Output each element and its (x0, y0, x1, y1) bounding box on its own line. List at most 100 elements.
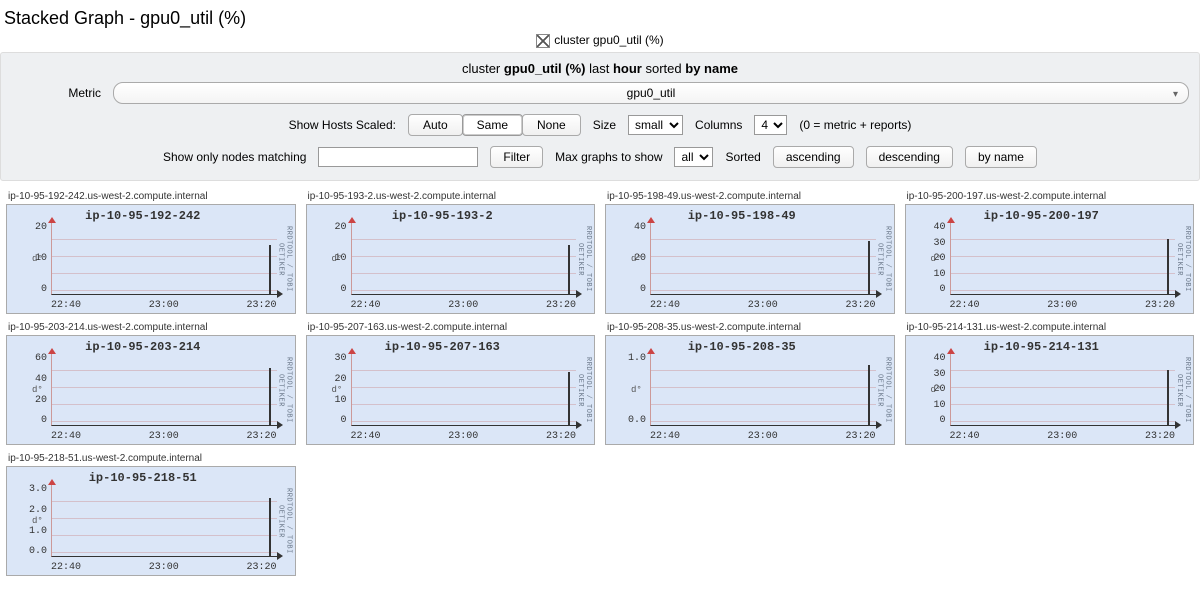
sort-descending-button[interactable]: descending (866, 146, 953, 168)
chart-box[interactable]: ip-10-95-198-4940200d°22:4023:0023:20RRD… (605, 204, 895, 314)
hostname-caption[interactable]: ip-10-95-198-49.us-west-2.compute.intern… (605, 189, 895, 204)
y-axis: 403020100 (912, 223, 948, 295)
data-spike (1167, 239, 1169, 294)
y-unit-label: d° (32, 385, 43, 395)
chart-box[interactable]: ip-10-95-192-24220100d°22:4023:0023:20RR… (6, 204, 296, 314)
rrdtool-credit: RRDTOOL / TOBI OETIKER (880, 342, 892, 438)
broken-image-icon (536, 33, 554, 48)
x-axis: 22:4023:0023:20 (351, 431, 577, 442)
chart-cell: ip-10-95-208-35.us-west-2.compute.intern… (605, 320, 895, 445)
plot-area: d° (650, 354, 876, 426)
data-spike (868, 365, 870, 425)
metric-label: Metric (11, 86, 101, 100)
summary-mid1: last (589, 61, 609, 76)
scale-same-button[interactable]: Same (462, 114, 523, 136)
y-axis: 40200 (612, 223, 648, 295)
summary-mid2: sorted (646, 61, 682, 76)
summary-metric: gpu0_util (%) (504, 61, 586, 76)
sorted-label: Sorted (725, 150, 760, 164)
columns-label: Columns (695, 118, 742, 132)
header-image-alt: cluster gpu0_util (%) (554, 33, 663, 47)
rrdtool-credit: RRDTOOL / TOBI OETIKER (580, 342, 592, 438)
rrdtool-credit: RRDTOOL / TOBI OETIKER (281, 473, 293, 569)
summary-sort: by name (685, 61, 738, 76)
summary-prefix: cluster (462, 61, 500, 76)
controls-panel: cluster gpu0_util (%) last hour sorted b… (0, 52, 1200, 181)
x-axis: 22:4023:0023:20 (51, 562, 277, 573)
sort-ascending-button[interactable]: ascending (773, 146, 854, 168)
scale-none-button[interactable]: None (522, 114, 581, 136)
y-unit-label: d° (32, 254, 43, 264)
chart-box[interactable]: ip-10-95-208-351.00.0d°22:4023:0023:20RR… (605, 335, 895, 445)
x-axis: 22:4023:0023:20 (950, 300, 1176, 311)
y-axis: 403020100 (912, 354, 948, 426)
y-unit-label: d° (332, 385, 343, 395)
sort-by-name-button[interactable]: by name (965, 146, 1037, 168)
x-axis: 22:4023:0023:20 (51, 300, 277, 311)
plot-area: d° (351, 223, 577, 295)
y-axis: 3020100 (313, 354, 349, 426)
summary-line: cluster gpu0_util (%) last hour sorted b… (11, 61, 1189, 82)
filter-button[interactable]: Filter (490, 146, 543, 168)
hostname-caption[interactable]: ip-10-95-218-51.us-west-2.compute.intern… (6, 451, 296, 466)
chart-cell: ip-10-95-207-163.us-west-2.compute.inter… (306, 320, 596, 445)
chart-box[interactable]: ip-10-95-214-131403020100d°22:4023:0023:… (905, 335, 1195, 445)
y-axis: 3.02.01.00.0 (13, 485, 49, 557)
plot-area: d° (51, 223, 277, 295)
chart-cell: ip-10-95-198-49.us-west-2.compute.intern… (605, 189, 895, 314)
plot-area: d° (650, 223, 876, 295)
y-unit-label: d° (631, 385, 642, 395)
hostname-caption[interactable]: ip-10-95-200-197.us-west-2.compute.inter… (905, 189, 1195, 204)
plot-area: d° (51, 354, 277, 426)
chart-box[interactable]: ip-10-95-203-2146040200d°22:4023:0023:20… (6, 335, 296, 445)
columns-select[interactable]: 4 (754, 115, 787, 135)
y-unit-label: d° (32, 516, 43, 526)
chart-box[interactable]: ip-10-95-200-197403020100d°22:4023:0023:… (905, 204, 1195, 314)
rrdtool-credit: RRDTOOL / TOBI OETIKER (281, 342, 293, 438)
x-axis: 22:4023:0023:20 (950, 431, 1176, 442)
chart-box[interactable]: ip-10-95-193-220100d°22:4023:0023:20RRDT… (306, 204, 596, 314)
rrdtool-credit: RRDTOOL / TOBI OETIKER (880, 211, 892, 307)
page-title: Stacked Graph - gpu0_util (%) (0, 0, 1200, 31)
y-unit-label: d° (931, 385, 942, 395)
rrdtool-credit: RRDTOOL / TOBI OETIKER (580, 211, 592, 307)
chart-cell: ip-10-95-203-214.us-west-2.compute.inter… (6, 320, 296, 445)
chart-cell: ip-10-95-218-51.us-west-2.compute.intern… (6, 451, 296, 576)
hostname-caption[interactable]: ip-10-95-214-131.us-west-2.compute.inter… (905, 320, 1195, 335)
data-spike (1167, 370, 1169, 425)
y-axis: 6040200 (13, 354, 49, 426)
plot-area: d° (51, 485, 277, 557)
plot-area: d° (950, 223, 1176, 295)
chart-box[interactable]: ip-10-95-207-1633020100d°22:4023:0023:20… (306, 335, 596, 445)
maxgraphs-select[interactable]: all (674, 147, 713, 167)
size-label: Size (593, 118, 616, 132)
scale-auto-button[interactable]: Auto (408, 114, 463, 136)
hostname-caption[interactable]: ip-10-95-193-2.us-west-2.compute.interna… (306, 189, 596, 204)
summary-range: hour (613, 61, 642, 76)
hostname-caption[interactable]: ip-10-95-208-35.us-west-2.compute.intern… (605, 320, 895, 335)
x-axis: 22:4023:0023:20 (650, 300, 876, 311)
rrdtool-credit: RRDTOOL / TOBI OETIKER (1179, 342, 1191, 438)
filter-input[interactable] (318, 147, 478, 167)
chart-cell: ip-10-95-200-197.us-west-2.compute.inter… (905, 189, 1195, 314)
x-axis: 22:4023:0023:20 (650, 431, 876, 442)
rrdtool-credit: RRDTOOL / TOBI OETIKER (281, 211, 293, 307)
data-spike (568, 245, 570, 295)
metric-select[interactable]: gpu0_util (113, 82, 1189, 104)
y-axis: 20100 (13, 223, 49, 295)
chart-grid: ip-10-95-192-242.us-west-2.compute.inter… (0, 181, 1200, 584)
hostname-caption[interactable]: ip-10-95-192-242.us-west-2.compute.inter… (6, 189, 296, 204)
rrdtool-credit: RRDTOOL / TOBI OETIKER (1179, 211, 1191, 307)
data-spike (269, 498, 271, 556)
chart-cell: ip-10-95-193-2.us-west-2.compute.interna… (306, 189, 596, 314)
chart-box[interactable]: ip-10-95-218-513.02.01.00.0d°22:4023:002… (6, 466, 296, 576)
hostname-caption[interactable]: ip-10-95-203-214.us-west-2.compute.inter… (6, 320, 296, 335)
size-select[interactable]: small (628, 115, 683, 135)
maxgraphs-label: Max graphs to show (555, 150, 662, 164)
hostname-caption[interactable]: ip-10-95-207-163.us-west-2.compute.inter… (306, 320, 596, 335)
y-unit-label: d° (631, 254, 642, 264)
scale-group: Auto Same None (408, 114, 581, 136)
y-axis: 1.00.0 (612, 354, 648, 426)
data-spike (269, 368, 271, 425)
plot-area: d° (950, 354, 1176, 426)
